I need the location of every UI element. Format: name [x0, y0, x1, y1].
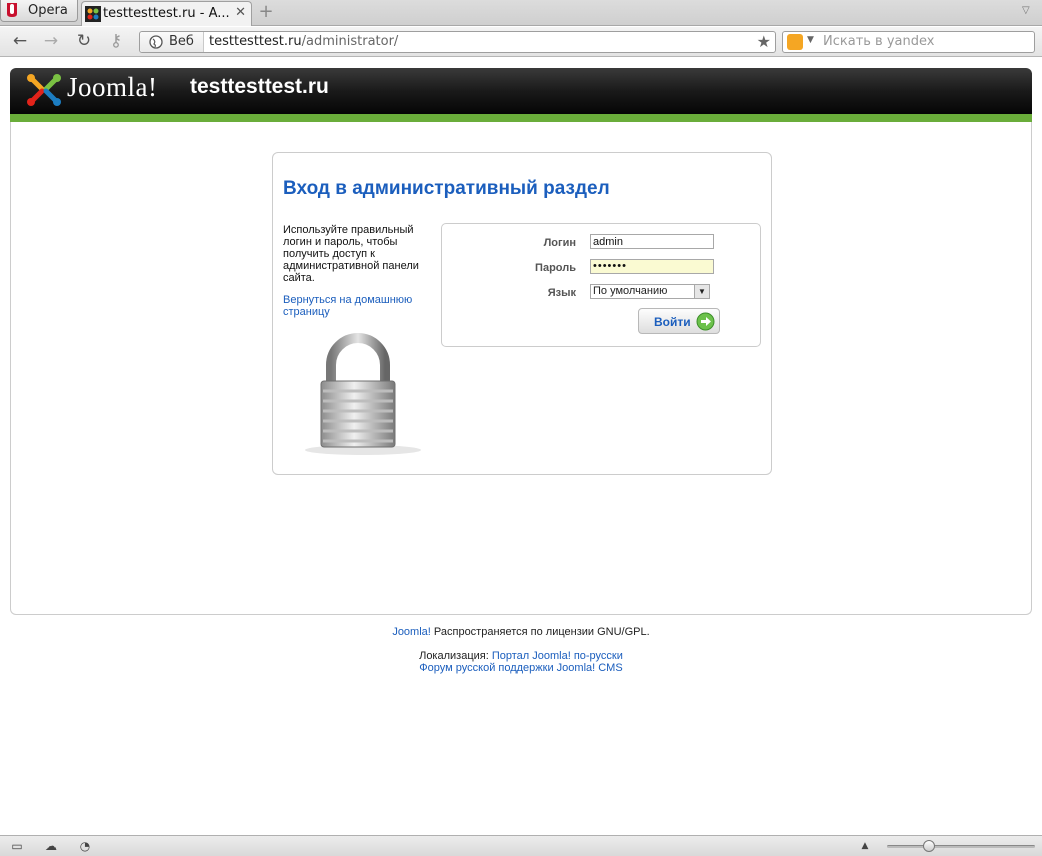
back-arrow-icon[interactable]: ← [10, 31, 30, 51]
search-placeholder: Искать в yandex [823, 34, 935, 49]
joomla-header: Joomla! testtesttest.ru [10, 68, 1032, 122]
joomla-link[interactable]: Joomla! [392, 626, 431, 638]
forward-arrow-icon[interactable]: → [41, 31, 61, 51]
joomla-favicon-icon [85, 6, 101, 22]
browser-status-bar: ▭ ☁ ◔ ▲ [0, 835, 1042, 856]
localization-label: Локализация: [419, 650, 492, 662]
cloud-icon[interactable]: ☁ [43, 839, 59, 853]
panel-toggle-icon[interactable]: ▭ [9, 839, 25, 853]
language-label: Язык [547, 287, 576, 299]
bookmark-star-icon[interactable]: ★ [757, 32, 771, 51]
go-arrow-icon [696, 312, 715, 331]
key-icon[interactable]: ⚷ [106, 31, 126, 51]
portal-link[interactable]: Портал Joomla! по-русски [492, 650, 623, 662]
padlock-icon [305, 333, 421, 455]
login-box: Вход в административный раздел Используй… [272, 152, 772, 475]
web-badge-label: Веб [169, 34, 194, 49]
view-options-icon[interactable]: ▲ [857, 839, 873, 853]
address-bar[interactable]: Веб testtesttest.ru/administrator/ ★ [139, 31, 776, 53]
url-host: testtesttest.ru [209, 34, 302, 49]
forum-link[interactable]: Форум русской поддержки Joomla! CMS [419, 662, 622, 674]
opera-logo-icon [7, 3, 17, 17]
home-link[interactable]: Вернуться на домашнюю страницу [283, 294, 423, 318]
username-field[interactable] [590, 234, 714, 249]
reload-icon[interactable]: ↻ [74, 31, 94, 51]
globe-icon [149, 35, 163, 49]
browser-tab-bar: Opera testtesttest.ru - A... ✕ + ▽ [0, 0, 1042, 26]
language-select-value: По умолчанию [593, 285, 668, 297]
yandex-engine-icon[interactable] [787, 34, 803, 50]
web-badge[interactable]: Веб [140, 32, 204, 52]
login-form: Логин Пароль ••••••• Язык По умолчанию ▼… [441, 223, 761, 347]
web-page: Joomla! testtesttest.ru Вход в администр… [0, 58, 1042, 835]
login-description: Используйте правильный логин и пароль, ч… [283, 224, 419, 284]
dropdown-arrow-icon[interactable]: ▼ [694, 285, 709, 298]
joomla-wordmark: Joomla! [67, 72, 158, 102]
tab-title: testtesttest.ru - A... [103, 6, 230, 21]
language-select[interactable]: По умолчанию ▼ [590, 284, 710, 299]
login-button-label: Войти [654, 315, 691, 329]
search-bar[interactable]: ▼ Искать в yandex [782, 31, 1035, 53]
zoom-slider-knob[interactable] [923, 840, 935, 852]
tab-list-icon[interactable]: ▽ [1022, 5, 1036, 19]
opera-menu-button[interactable]: Opera [0, 0, 78, 22]
password-field[interactable]: ••••••• [590, 259, 714, 274]
zoom-slider-track[interactable] [887, 845, 1035, 848]
license-text: Распространяется по лицензии GNU/GPL. [430, 626, 650, 638]
password-label: Пароль [535, 262, 576, 274]
content-area: Вход в административный раздел Используй… [10, 122, 1032, 615]
browser-nav-bar: ← → ↻ ⚷ Веб testtesttest.ru/administrato… [0, 27, 1042, 57]
url-text[interactable]: testtesttest.ru/administrator/ [209, 34, 398, 49]
close-tab-icon[interactable]: ✕ [235, 5, 246, 20]
localization-footer: Локализация: Портал Joomla! по-русски Фо… [0, 650, 1042, 674]
speed-dial-icon[interactable]: ◔ [77, 839, 93, 853]
new-tab-icon[interactable]: + [257, 3, 275, 21]
opera-menu-label: Opera [28, 3, 68, 18]
page-title: Вход в административный раздел [283, 178, 610, 199]
site-name: testtesttest.ru [190, 75, 329, 98]
login-button[interactable]: Войти [638, 308, 720, 334]
browser-tab[interactable]: testtesttest.ru - A... ✕ [81, 1, 252, 26]
search-engine-dropdown-icon[interactable]: ▼ [807, 35, 814, 45]
joomla-logo-icon [27, 74, 61, 106]
url-path: /administrator/ [301, 34, 399, 49]
username-label: Логин [543, 237, 576, 249]
license-footer: Joomla! Распространяется по лицензии GNU… [0, 626, 1042, 638]
